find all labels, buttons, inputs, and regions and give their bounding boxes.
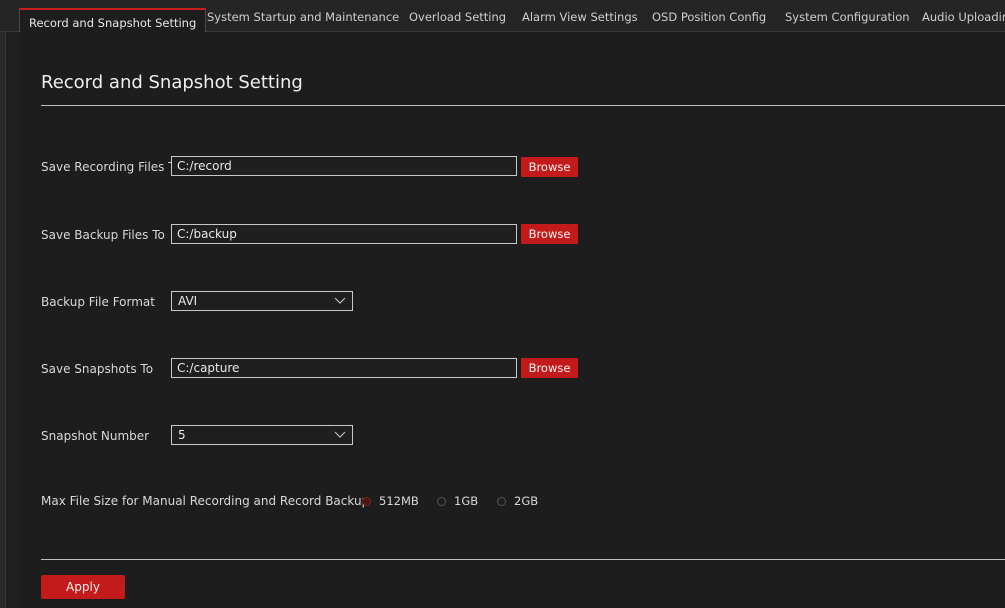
tab-overload[interactable]: Overload Setting <box>409 9 506 32</box>
max-file-size-label: Max File Size for Manual Recording and R… <box>41 494 370 508</box>
tab-audio-uploading[interactable]: Audio Uploadin <box>922 9 1005 32</box>
left-edge-strip <box>0 32 6 608</box>
backup-format-value: AVI <box>178 294 198 308</box>
chevron-down-icon <box>334 431 346 438</box>
tab-bar: Record and Snapshot Setting System Start… <box>0 0 1005 33</box>
radio-2gb[interactable]: 2GB <box>497 494 539 508</box>
radio-1gb-label: 1GB <box>454 494 479 508</box>
snapshot-number-select[interactable]: 5 <box>171 425 353 445</box>
tab-record-snapshot[interactable]: Record and Snapshot Setting <box>19 8 207 33</box>
radio-dot-icon <box>437 496 446 506</box>
radio-1gb[interactable]: 1GB <box>437 494 479 508</box>
tab-alarm-view[interactable]: Alarm View Settings <box>522 9 638 32</box>
snapshots-path-label: Save Snapshots To <box>41 362 154 376</box>
title-divider <box>41 105 1005 106</box>
radio-512mb[interactable]: 512MB <box>362 494 419 508</box>
chevron-down-icon <box>334 297 346 304</box>
tab-system-configuration[interactable]: System Configuration <box>785 9 910 32</box>
recording-path-input[interactable]: C:/record <box>171 156 517 176</box>
radio-dot-icon <box>497 496 506 506</box>
snapshots-browse-button[interactable]: Browse <box>521 358 578 378</box>
recording-browse-button[interactable]: Browse <box>521 157 578 177</box>
backup-format-label: Backup File Format <box>41 295 155 309</box>
backup-format-select[interactable]: AVI <box>171 291 353 311</box>
bottom-divider <box>41 559 1005 560</box>
page-title: Record and Snapshot Setting <box>41 72 303 93</box>
apply-button[interactable]: Apply <box>41 575 125 599</box>
radio-512mb-label: 512MB <box>379 494 419 508</box>
settings-panel <box>19 32 1005 608</box>
recording-path-label: Save Recording Files To <box>41 160 181 174</box>
tab-system-startup[interactable]: System Startup and Maintenance <box>207 9 399 32</box>
snapshots-path-input[interactable]: C:/capture <box>171 358 517 378</box>
backup-path-label: Save Backup Files To <box>41 228 165 242</box>
tab-osd-position[interactable]: OSD Position Config <box>652 9 766 32</box>
snapshot-number-value: 5 <box>178 428 186 442</box>
radio-dot-icon <box>362 496 371 506</box>
backup-path-input[interactable]: C:/backup <box>171 224 517 244</box>
snapshot-number-label: Snapshot Number <box>41 429 150 443</box>
backup-browse-button[interactable]: Browse <box>521 224 578 244</box>
radio-2gb-label: 2GB <box>514 494 539 508</box>
